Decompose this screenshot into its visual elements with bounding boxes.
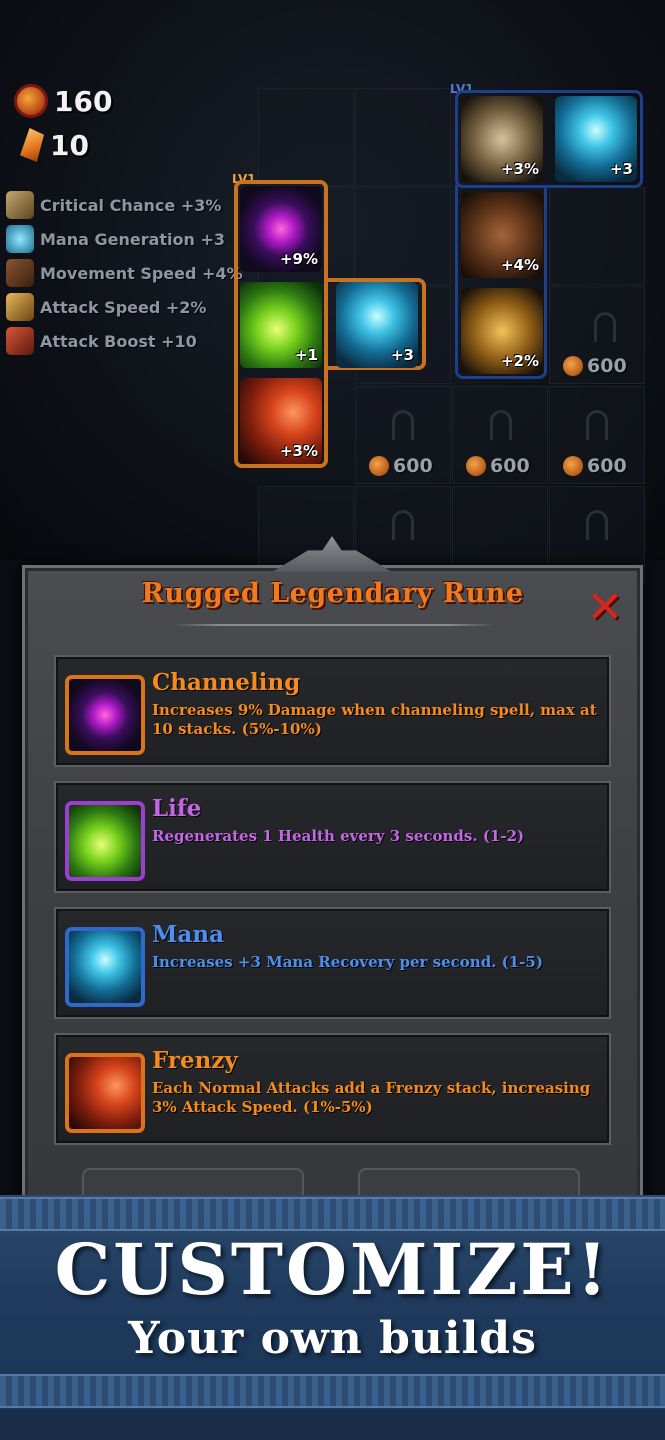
mana-icon	[65, 927, 145, 1007]
slot-price: 600	[563, 355, 627, 377]
grid-slot[interactable]	[258, 88, 354, 186]
banner-headline: CUSTOMIZE!	[54, 1228, 611, 1311]
title-divider	[172, 624, 496, 626]
blade-icon	[6, 327, 34, 355]
wing-icon	[6, 293, 34, 321]
rune-slot-life[interactable]: +1	[240, 282, 322, 368]
rune-slot-boots[interactable]: +4%	[461, 192, 543, 278]
rune-name: Mana	[152, 921, 224, 948]
crossbow-icon	[6, 191, 34, 219]
grid-slot[interactable]	[549, 187, 645, 285]
rune-name: Frenzy	[152, 1047, 238, 1074]
rune-card-frenzy[interactable]: Frenzy Each Normal Attacks add a Frenzy …	[54, 1033, 611, 1145]
stat-row: Movement Speed +4%	[6, 256, 243, 290]
channeling-icon	[65, 675, 145, 755]
shard-icon	[20, 128, 44, 162]
slot-price: 600	[466, 455, 530, 477]
rune-slot-frenzy[interactable]: +3%	[240, 378, 322, 464]
stat-row: Attack Speed +2%	[6, 290, 243, 324]
boots-icon	[6, 259, 34, 287]
rune-card-channeling[interactable]: Channeling Increases 9% Damage when chan…	[54, 655, 611, 767]
rune-slot-bow[interactable]: +3%	[461, 96, 543, 182]
rune-card-life[interactable]: Life Regenerates 1 Health every 3 second…	[54, 781, 611, 893]
coin-icon	[466, 456, 486, 476]
coin-icon	[369, 456, 389, 476]
rune-description: Each Normal Attacks add a Frenzy stack, …	[152, 1079, 591, 1116]
dialog-title: Rugged Legendary Rune	[141, 578, 524, 609]
close-button[interactable]: ✕	[583, 582, 627, 633]
rune-card-mana[interactable]: Mana Increases +3 Mana Recovery per seco…	[54, 907, 611, 1019]
shard-counter: 10	[20, 128, 89, 162]
banner-subline: Your own builds	[128, 1313, 537, 1364]
rune-slot-channeling[interactable]: +9%	[240, 186, 322, 272]
rune-slot-mana[interactable]: +3	[555, 96, 637, 182]
banner-ornament-bottom	[0, 1374, 665, 1408]
coin-icon	[14, 84, 48, 118]
lock-icon	[392, 510, 414, 540]
rune-name: Channeling	[152, 669, 301, 696]
slot-price: 600	[563, 455, 627, 477]
rune-name: Life	[152, 795, 202, 822]
stat-row: Critical Chance +3%	[6, 188, 243, 222]
slot-price: 600	[369, 455, 433, 477]
coin-icon	[563, 456, 583, 476]
lock-icon	[490, 410, 512, 440]
lock-icon	[392, 410, 414, 440]
rune-slot-mana[interactable]: +3	[336, 282, 418, 368]
life-icon	[65, 801, 145, 881]
stat-row: Attack Boost +10	[6, 324, 243, 358]
grid-slot[interactable]	[355, 88, 451, 186]
banner-ornament-top	[0, 1197, 665, 1231]
rune-description: Increases 9% Damage when channeling spel…	[152, 701, 597, 738]
stat-row: Mana Generation +3	[6, 222, 243, 256]
coin-counter: 160	[14, 84, 112, 118]
rune-slot-wing[interactable]: +2%	[461, 288, 543, 374]
stat-list: Critical Chance +3% Mana Generation +3 M…	[6, 188, 243, 358]
mana-icon	[6, 225, 34, 253]
coin-icon	[563, 356, 583, 376]
frenzy-icon	[65, 1053, 145, 1133]
lock-icon	[586, 510, 608, 540]
rune-description: Increases +3 Mana Recovery per second. (…	[152, 953, 543, 971]
rune-description: Regenerates 1 Health every 3 seconds. (1…	[152, 827, 525, 845]
lock-icon	[586, 410, 608, 440]
lock-icon	[594, 312, 616, 342]
bottom-strip	[0, 1410, 665, 1440]
grid-slot[interactable]	[355, 187, 451, 285]
